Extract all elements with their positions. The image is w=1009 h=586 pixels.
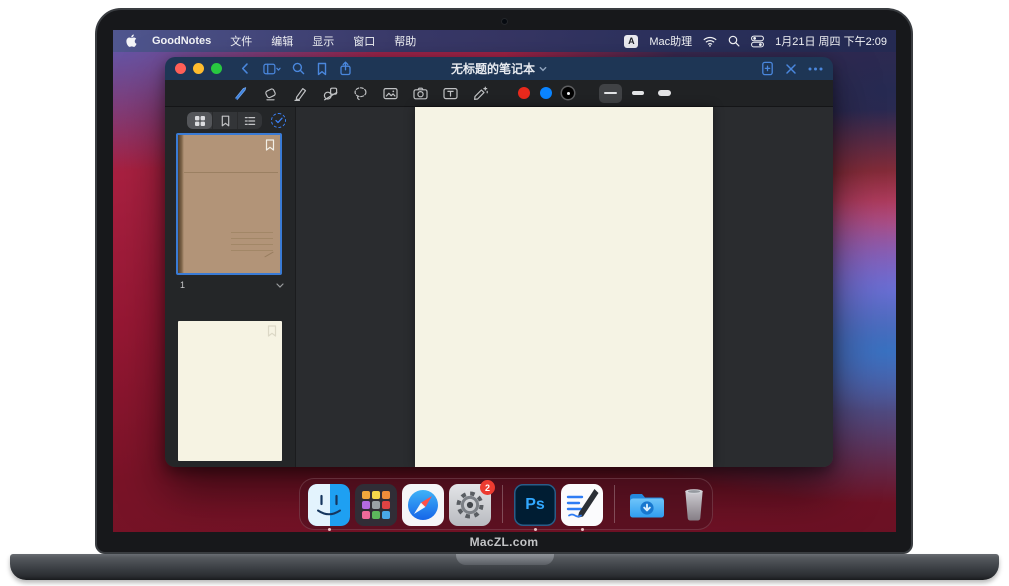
input-source-indicator[interactable]: A [624,35,638,48]
dock-downloads-folder[interactable] [626,484,668,531]
page-options-chevron-icon[interactable] [276,283,284,288]
image-tool[interactable] [382,85,399,102]
page-thumbnail-1[interactable] [178,321,282,461]
menu-edit[interactable]: 编辑 [271,33,293,49]
menu-file[interactable]: 文件 [230,33,252,49]
blue-color-swatch[interactable] [540,87,552,99]
dock-launchpad[interactable] [355,484,397,531]
thickness-thin[interactable] [599,84,622,103]
dock-divider [502,485,503,523]
zoom-traffic-light[interactable] [211,63,222,74]
bookmark-ribbon-icon [265,138,275,156]
goodnotes-window: 无标题的笔记本 [165,57,833,467]
safari-icon [402,484,444,526]
camera-tool[interactable] [412,85,429,102]
photoshop-icon: Ps [514,484,556,526]
window-title: 无标题的笔记本 [451,60,535,77]
downloads-folder-icon [626,484,668,526]
menu-help[interactable]: 帮助 [394,33,416,49]
dock-divider [614,485,615,523]
spotlight-search-icon[interactable] [728,35,740,47]
wifi-icon[interactable] [703,36,717,47]
black-color-swatch[interactable] [562,87,574,99]
dock-system-preferences[interactable]: 2 [449,484,491,531]
share-icon[interactable] [339,61,352,76]
laptop-base [10,554,999,580]
trash-icon [673,484,715,526]
red-color-swatch[interactable] [518,87,530,99]
thickness-thick[interactable] [653,84,676,103]
webcam-dot [502,19,507,24]
more-options-icon[interactable] [808,67,823,71]
pages-view-icon[interactable] [263,62,281,76]
bookmark-icon[interactable] [316,62,328,76]
title-chevron-icon[interactable] [539,66,547,72]
grid-view-tab[interactable] [187,112,212,129]
bookmark-ribbon-icon [267,324,277,342]
thickness-medium[interactable] [626,84,649,103]
minimize-traffic-light[interactable] [193,63,204,74]
pen-tool[interactable] [232,85,249,102]
back-icon[interactable] [239,62,252,75]
outline-view-tab[interactable] [237,112,262,129]
finder-icon [308,484,350,526]
dock-trash[interactable] [673,484,715,531]
macos-desktop-wallpaper: GoodNotes 文件 编辑 显示 窗口 帮助 A Mac助理 [113,30,896,532]
select-pages-icon[interactable] [271,113,286,128]
cover-line [184,172,278,173]
goodnotes-icon [561,484,603,526]
eraser-tool[interactable] [262,85,279,102]
menubar-app-name[interactable]: GoodNotes [152,35,211,47]
notification-badge: 2 [480,480,495,495]
bezel-brand-text: MacZL.com [97,535,911,549]
window-titlebar: 无标题的笔记本 [165,57,833,80]
dock-goodnotes[interactable] [561,484,603,531]
search-icon[interactable] [292,62,305,75]
text-tool[interactable] [442,85,459,102]
dock: 2 Ps [299,478,713,530]
control-center-icon[interactable] [751,35,764,48]
dock-safari[interactable] [402,484,444,531]
shapes-tool[interactable] [322,85,339,102]
menu-view[interactable]: 显示 [312,33,334,49]
menubar-datetime[interactable]: 1月21日 周四 下午2:09 [775,33,887,49]
tape-tool[interactable] [472,85,489,102]
menubar-assistant-item[interactable]: Mac助理 [649,33,692,49]
close-traffic-light[interactable] [175,63,186,74]
add-page-icon[interactable] [761,61,774,76]
note-canvas-area [296,107,833,467]
close-document-icon[interactable] [785,63,797,75]
page-number-label: 1 [180,280,185,290]
pages-sidebar: 1 [165,107,296,467]
page-thumbnail-cover[interactable] [176,133,282,275]
apple-logo-icon[interactable] [125,34,137,48]
lasso-tool[interactable] [352,85,369,102]
photoshop-glyph: Ps [525,496,545,514]
dock-finder[interactable] [308,484,350,531]
drawing-toolbar [165,80,833,107]
launchpad-icon [355,484,397,526]
laptop-screen-bezel: GoodNotes 文件 编辑 显示 窗口 帮助 A Mac助理 [95,8,913,554]
sidebar-view-switcher [187,112,262,129]
dock-photoshop[interactable]: Ps [514,484,556,531]
menu-window[interactable]: 窗口 [353,33,375,49]
cover-label-lines [231,232,273,253]
laptop-hinge-notch [456,554,554,565]
bookmarks-view-tab[interactable] [212,112,237,129]
note-page[interactable] [415,107,713,467]
menu-bar: GoodNotes 文件 编辑 显示 窗口 帮助 A Mac助理 [113,30,896,52]
highlighter-tool[interactable] [292,85,309,102]
cover-spine [178,135,184,273]
